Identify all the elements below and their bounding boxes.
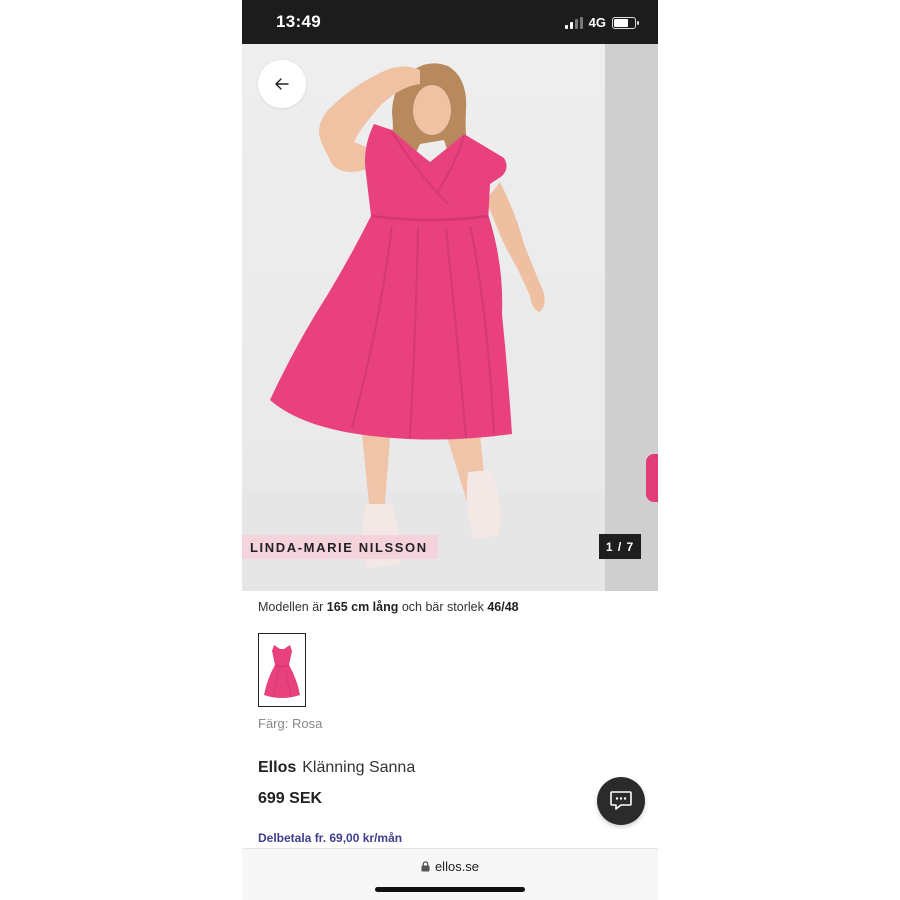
brand-name[interactable]: Ellos [258,759,296,776]
product-title: Ellos Klänning Sanna [258,759,415,777]
browser-url-bar[interactable]: ellos.se [242,848,658,900]
lock-icon [421,861,430,872]
product-name: Klänning Sanna [302,759,416,776]
url-display[interactable]: ellos.se [242,859,658,874]
back-button[interactable] [258,60,306,108]
chat-button[interactable] [597,777,645,825]
status-time: 13:49 [276,12,321,31]
dress-thumbnail [264,645,300,698]
model-photo [270,63,545,568]
status-indicators: 4G [564,15,639,30]
model-height: 165 cm lång [326,600,399,614]
url-text: ellos.se [434,859,480,874]
installment-link[interactable]: Delbetala fr. 69,00 kr/mån [258,831,402,845]
battery-icon [612,16,639,29]
network-type: 4G [588,15,606,30]
model-size: 46/48 [487,600,519,614]
product-image-gallery[interactable]: LINDA-MARIE NILSSON 1 / 7 [242,44,658,591]
color-label: Färg: Rosa [258,716,323,731]
arrow-left-icon [275,78,289,90]
home-indicator[interactable] [375,887,525,892]
model-size-info: Modellen är 165 cm lång och bär storlek … [258,600,519,614]
phone-screen: 13:49 4G LINDA-MARIE NILSSON 1 / 7 Model… [242,0,658,900]
next-product-image[interactable] [605,44,658,591]
product-price: 699 SEK [258,790,323,807]
signal-icon [564,16,583,29]
chat-bubble-icon [610,791,632,810]
image-counter: 1 / 7 [599,534,641,559]
model-name-tag: LINDA-MARIE NILSSON [242,535,438,559]
status-bar: 13:49 4G [242,0,658,44]
product-image[interactable] [242,44,605,591]
color-swatch-rosa[interactable] [258,633,306,707]
